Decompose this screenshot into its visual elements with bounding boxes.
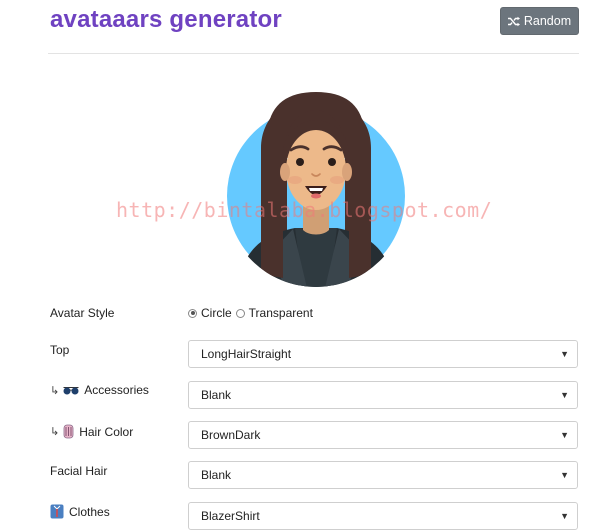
top-select[interactable]: LongHairStraight ▼ — [188, 340, 578, 368]
shuffle-icon — [507, 16, 520, 26]
shirt-icon — [50, 504, 64, 519]
avatar-preview — [225, 88, 407, 288]
chevron-down-icon: ▼ — [560, 511, 569, 521]
hair-color-label: ↳ Hair Color — [50, 424, 133, 439]
clothes-label-text: Clothes — [69, 504, 110, 519]
top-label-text: Top — [50, 343, 70, 357]
hair-color-select[interactable]: BrownDark ▼ — [188, 421, 578, 449]
hair-color-label-text: Hair Color — [79, 424, 134, 439]
chevron-down-icon: ▼ — [560, 470, 569, 480]
radio-transparent-label[interactable]: Transparent — [249, 306, 313, 320]
radio-circle[interactable] — [188, 308, 197, 318]
avatar-style-label: Avatar Style — [50, 306, 114, 320]
radio-transparent[interactable] — [235, 308, 245, 318]
top-label: Top — [50, 343, 69, 357]
page-title: avataaars generator — [50, 6, 282, 33]
sunglasses-icon — [63, 386, 79, 395]
top-select-value: LongHairStraight — [201, 347, 292, 361]
sub-arrow-icon: ↳ — [50, 426, 60, 438]
accessories-select[interactable]: Blank ▼ — [188, 381, 578, 409]
chevron-down-icon: ▼ — [560, 390, 569, 400]
facial-hair-label: Facial Hair — [50, 464, 107, 478]
accessories-select-value: Blank — [201, 388, 232, 402]
accessories-label-text: Accessories — [84, 383, 149, 397]
chevron-down-icon: ▼ — [560, 349, 569, 359]
accessories-label: ↳ Accessories — [50, 383, 149, 397]
header-divider — [48, 53, 579, 54]
avatar-style-label-text: Avatar Style — [50, 306, 115, 320]
random-button-label: Random — [523, 14, 572, 28]
clothes-select-value: BlazerShirt — [201, 509, 260, 523]
facial-hair-label-text: Facial Hair — [50, 464, 108, 478]
hair-color-select-value: BrownDark — [201, 428, 261, 442]
watermark-text: http://bintalaba.blogspot.com/ — [116, 198, 493, 222]
clothes-label: Clothes — [50, 504, 110, 519]
facial-hair-select-value: Blank — [201, 468, 232, 482]
hair-icon — [63, 424, 74, 439]
radio-circle-label[interactable]: Circle — [201, 306, 232, 320]
avatar-style-options: Circle Transparent — [188, 306, 317, 320]
chevron-down-icon: ▼ — [560, 430, 569, 440]
random-button[interactable]: Random — [500, 7, 579, 35]
facial-hair-select[interactable]: Blank ▼ — [188, 461, 578, 489]
sub-arrow-icon: ↳ — [50, 384, 60, 397]
